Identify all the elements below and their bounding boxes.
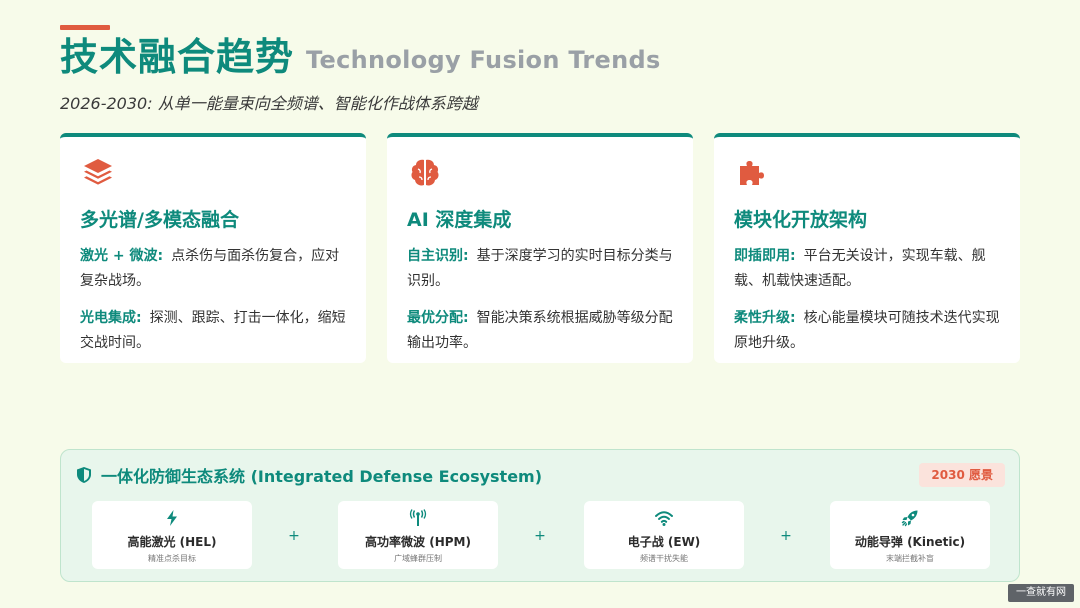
ecosystem-item-name: 高能激光 (HEL): [127, 535, 217, 549]
puzzle-icon: [740, 161, 764, 185]
card-title: 模块化开放架构: [734, 209, 868, 231]
page-title-en: Technology Fusion Trends: [306, 46, 661, 74]
plus-sign: +: [534, 528, 546, 544]
plus-sign: +: [780, 528, 792, 544]
card-item: 自主识别: 基于深度学习的实时目标分类与识别。: [407, 244, 673, 294]
antenna-icon: [409, 509, 427, 526]
card-item-label: 激光 + 微波:: [80, 248, 164, 264]
card-item: 最优分配: 智能决策系统根据威胁等级分配输出功率。: [407, 306, 673, 356]
ecosystem-item-name: 动能导弹 (Kinetic): [854, 535, 966, 549]
card-item: 即插即用: 平台无关设计，实现车载、舰载、机载快速适配。: [734, 244, 1000, 294]
card-item-label: 自主识别:: [407, 248, 469, 264]
watermark: 一查就有网: [1008, 584, 1074, 602]
wifi-icon: [655, 511, 673, 526]
card-ai-integration: AI 深度集成 自主识别: 基于深度学习的实时目标分类与识别。 最优分配: 智能决策…: [387, 133, 693, 363]
ecosystem-title: 一体化防御生态系统 (Integrated Defense Ecosystem): [101, 467, 543, 486]
card-title: AI 深度集成: [407, 209, 512, 231]
layers-icon: [84, 159, 112, 185]
trend-cards: 多光谱/多模态融合 激光 + 微波: 点杀伤与面杀伤复合，应对复杂战场。 光电集成…: [60, 133, 1020, 363]
ecosystem-item-ew: 电子战 (EW) 频谱干扰失能: [584, 501, 744, 569]
vision-badge: 2030 愿景: [919, 463, 1005, 487]
plus-sign: +: [288, 528, 300, 544]
ecosystem-item-name: 高功率微波 (HPM): [365, 535, 471, 549]
shield-icon: [77, 467, 91, 483]
card-item-label: 即插即用:: [734, 248, 796, 264]
ecosystem-item-desc: 末端拦截补盲: [886, 554, 934, 563]
ecosystem-panel: 一体化防御生态系统 (Integrated Defense Ecosystem)…: [60, 449, 1020, 582]
card-item: 激光 + 微波: 点杀伤与面杀伤复合，应对复杂战场。: [80, 244, 346, 294]
ecosystem-item-desc: 广域蜂群压制: [394, 554, 442, 563]
card-modular-architecture: 模块化开放架构 即插即用: 平台无关设计，实现车载、舰载、机载快速适配。 柔性升级…: [714, 133, 1020, 363]
card-item-label: 光电集成:: [80, 310, 142, 326]
card-multispectral: 多光谱/多模态融合 激光 + 微波: 点杀伤与面杀伤复合，应对复杂战场。 光电集成…: [60, 133, 366, 363]
page-title-cn: 技术融合趋势: [60, 35, 295, 79]
ecosystem-item-kinetic: 动能导弹 (Kinetic) 末端拦截补盲: [830, 501, 990, 569]
page-title: 技术融合趋势 Technology Fusion Trends: [60, 32, 661, 80]
ecosystem-item-hel: 高能激光 (HEL) 精准点杀目标: [92, 501, 252, 569]
rocket-icon: [901, 510, 918, 527]
page-subtitle: 2026-2030: 从单一能量束向全频谱、智能化作战体系跨越: [60, 94, 478, 113]
card-item-label: 柔性升级:: [734, 310, 796, 326]
ecosystem-item-hpm: 高功率微波 (HPM) 广域蜂群压制: [338, 501, 498, 569]
title-accent-bar: [60, 25, 110, 30]
brain-icon: [411, 159, 439, 186]
card-item-label: 最优分配:: [407, 310, 469, 326]
ecosystem-item-desc: 频谱干扰失能: [640, 554, 688, 563]
card-item: 光电集成: 探测、跟踪、打击一体化，缩短交战时间。: [80, 306, 346, 356]
ecosystem-header: 一体化防御生态系统 (Integrated Defense Ecosystem): [75, 464, 542, 486]
card-item: 柔性升级: 核心能量模块可随技术迭代实现原地升级。: [734, 306, 1000, 356]
card-title: 多光谱/多模态融合: [80, 209, 239, 231]
bolt-icon: [167, 510, 177, 526]
ecosystem-item-desc: 精准点杀目标: [148, 554, 196, 563]
ecosystem-item-name: 电子战 (EW): [627, 535, 701, 549]
